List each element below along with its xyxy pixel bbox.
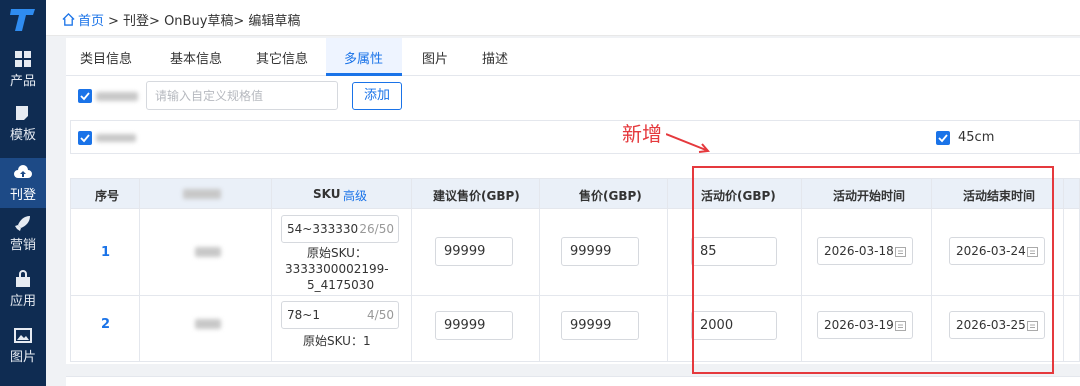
- sku-char-count: 26/50: [359, 222, 394, 236]
- original-sku-line1: 3333300002199-: [285, 262, 389, 276]
- option-label-45cm: 45cm: [958, 130, 995, 145]
- original-sku-line2: 5_4175030: [307, 278, 375, 292]
- blurred-spec-group: [96, 134, 136, 142]
- tab-bar: 类目信息 基本信息 其它信息 多属性 图片 描述: [66, 38, 1080, 76]
- add-button[interactable]: 添加: [352, 82, 402, 110]
- header-sku: SKU: [313, 187, 341, 201]
- annotation-label: 新增: [622, 122, 662, 146]
- breadcrumb-home-label: 首页: [78, 14, 105, 29]
- column-divider: [411, 179, 412, 361]
- advanced-link[interactable]: 高级: [343, 187, 367, 204]
- original-sku-label: 原始SKU：: [307, 246, 367, 260]
- check-icon: [80, 92, 90, 101]
- grid-icon: [15, 51, 31, 67]
- row-index: 2: [101, 317, 111, 332]
- suggested-price-input[interactable]: 99999: [435, 237, 513, 266]
- upload-cloud-icon: [14, 165, 32, 178]
- sku-value: 54~3333300(: [287, 222, 371, 236]
- check-icon: [938, 134, 948, 143]
- header-suggested-price: 建议售价(GBP): [433, 189, 520, 203]
- column-divider: [271, 179, 272, 361]
- sidebar-item-marketing[interactable]: 营销: [0, 214, 46, 264]
- breadcrumb-home[interactable]: 首页: [62, 10, 104, 29]
- price-input[interactable]: 99999: [561, 237, 639, 266]
- sidebar-item-products[interactable]: 产品: [0, 50, 46, 100]
- sidebar-item-label: 营销: [9, 238, 36, 253]
- column-divider: [139, 179, 140, 361]
- blurred-image: [195, 247, 221, 257]
- home-icon: [62, 13, 75, 26]
- top-bar: 首页 > 刊登> OnBuy草稿> 编辑草稿: [46, 0, 1080, 36]
- price-input[interactable]: 99999: [561, 311, 639, 340]
- sidebar-item-images[interactable]: 图片: [0, 326, 46, 376]
- bag-icon: [16, 270, 30, 287]
- annotation-highlight-box: [692, 166, 1054, 374]
- sku-input[interactable]: 54~3333300( 26/50: [281, 215, 399, 243]
- custom-spec-input[interactable]: 请输入自定义规格值: [146, 81, 338, 110]
- sidebar-item-label: 应用: [9, 294, 36, 309]
- sidebar-item-label: 模板: [9, 128, 36, 143]
- image-icon: [14, 328, 32, 343]
- check-icon: [80, 134, 90, 143]
- breadcrumb: 首页 > 刊登> OnBuy草稿> 编辑草稿: [62, 10, 300, 29]
- sidebar: 产品 模板 刊登 营销 应用 图片: [0, 0, 46, 386]
- option-checkbox-45cm[interactable]: [936, 131, 950, 145]
- tab-variations[interactable]: 多属性: [344, 48, 383, 67]
- rocket-icon: [15, 216, 30, 231]
- blurred-spec-name: [96, 92, 138, 101]
- blurred-header: [183, 189, 221, 199]
- logo-icon: [10, 9, 35, 31]
- original-sku-label: 原始SKU：1: [303, 334, 371, 348]
- tab-description[interactable]: 描述: [482, 48, 508, 67]
- spec-group-checkbox[interactable]: [78, 131, 92, 145]
- sidebar-item-label: 产品: [9, 74, 36, 89]
- tab-category-info[interactable]: 类目信息: [80, 48, 132, 67]
- tab-images[interactable]: 图片: [422, 48, 448, 67]
- suggested-price-input[interactable]: 99999: [435, 311, 513, 340]
- bottom-panel-edge: [66, 376, 1080, 386]
- breadcrumb-path: > 刊登> OnBuy草稿> 编辑草稿: [108, 14, 301, 29]
- sku-char-count: 4/50: [367, 308, 394, 322]
- header-index: 序号: [95, 189, 120, 203]
- template-icon: [16, 106, 28, 120]
- column-divider: [1063, 179, 1064, 361]
- tab-active-underline: [326, 73, 402, 76]
- tab-basic-info[interactable]: 基本信息: [170, 48, 222, 67]
- sidebar-item-listing[interactable]: 刊登: [0, 158, 46, 208]
- main-panel: 类目信息 基本信息 其它信息 多属性 图片 描述 请输入自定义规格值 添加 45…: [66, 38, 1080, 374]
- column-divider: [667, 179, 668, 361]
- sidebar-item-apps[interactable]: 应用: [0, 270, 46, 320]
- row-index: 1: [101, 245, 111, 260]
- sidebar-item-label: 图片: [9, 350, 36, 365]
- sku-value: 78~1: [287, 308, 320, 322]
- sidebar-item-label: 刊登: [9, 188, 36, 203]
- blurred-image: [195, 319, 221, 329]
- sku-input[interactable]: 78~1 4/50: [281, 301, 399, 329]
- spec-checkbox[interactable]: [78, 89, 92, 103]
- tab-other-info[interactable]: 其它信息: [256, 48, 308, 67]
- annotation-arrow-icon: [666, 133, 710, 153]
- sidebar-item-templates[interactable]: 模板: [0, 104, 46, 154]
- column-divider: [539, 179, 540, 361]
- spec-options-row: [70, 120, 1080, 154]
- header-price: 售价(GBP): [579, 189, 642, 203]
